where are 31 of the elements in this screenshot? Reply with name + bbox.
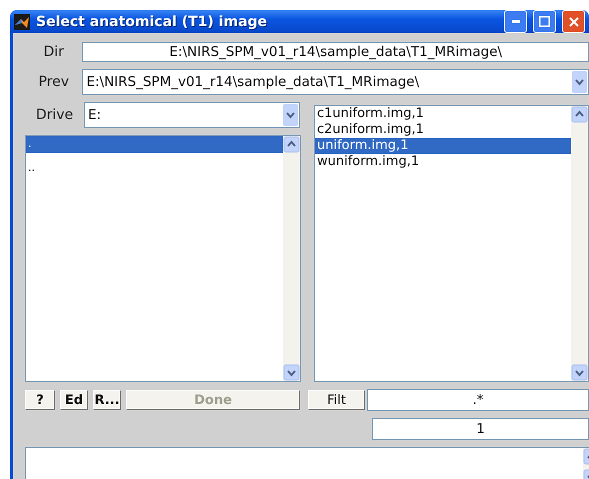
close-button[interactable]: [562, 10, 585, 33]
maximize-icon: [539, 16, 550, 27]
directory-item[interactable]: .: [26, 136, 283, 153]
drive-dropdown[interactable]: E:: [84, 102, 300, 128]
directory-item[interactable]: ..: [26, 160, 283, 177]
directory-list[interactable]: . ..: [25, 135, 301, 382]
dir-label: Dir: [42, 44, 65, 60]
window-title: Select anatomical (T1) image: [36, 14, 268, 30]
file-item[interactable]: c1uniform.img,1: [315, 106, 571, 122]
count-field[interactable]: 1: [372, 418, 589, 440]
dir-field[interactable]: E:\NIRS_SPM_v01_r14\sample_data\T1_MRimage\: [82, 42, 589, 62]
close-icon: [568, 16, 578, 26]
tool-button[interactable]: Ed: [60, 390, 88, 410]
tool-button[interactable]: ?: [25, 390, 55, 410]
scrollbar[interactable]: [571, 106, 588, 381]
filter-button[interactable]: Filt: [308, 390, 365, 410]
tool-button[interactable]: R...: [93, 390, 121, 410]
prev-label: Prev: [37, 74, 70, 90]
minimize-icon: [512, 20, 520, 23]
prev-dropdown[interactable]: E:\NIRS_SPM_v01_r14\sample_data\T1_MRimage\: [82, 69, 589, 95]
filter-field[interactable]: .*: [367, 389, 589, 411]
minimize-button[interactable]: [504, 10, 527, 33]
file-item[interactable]: wuniform.img,1: [315, 154, 571, 170]
drive-label: Drive: [34, 107, 74, 123]
file-list[interactable]: c1uniform.img,1 c2uniform.img,1 uniform.img,1 wuniform.img,1: [314, 105, 589, 382]
app-logo-icon: [14, 14, 30, 30]
scrollbar[interactable]: [283, 136, 300, 381]
maximize-button[interactable]: [533, 10, 556, 33]
file-item[interactable]: c2uniform.img,1: [315, 122, 571, 138]
message-box[interactable]: [25, 447, 589, 479]
file-item[interactable]: uniform.img,1: [315, 138, 571, 154]
